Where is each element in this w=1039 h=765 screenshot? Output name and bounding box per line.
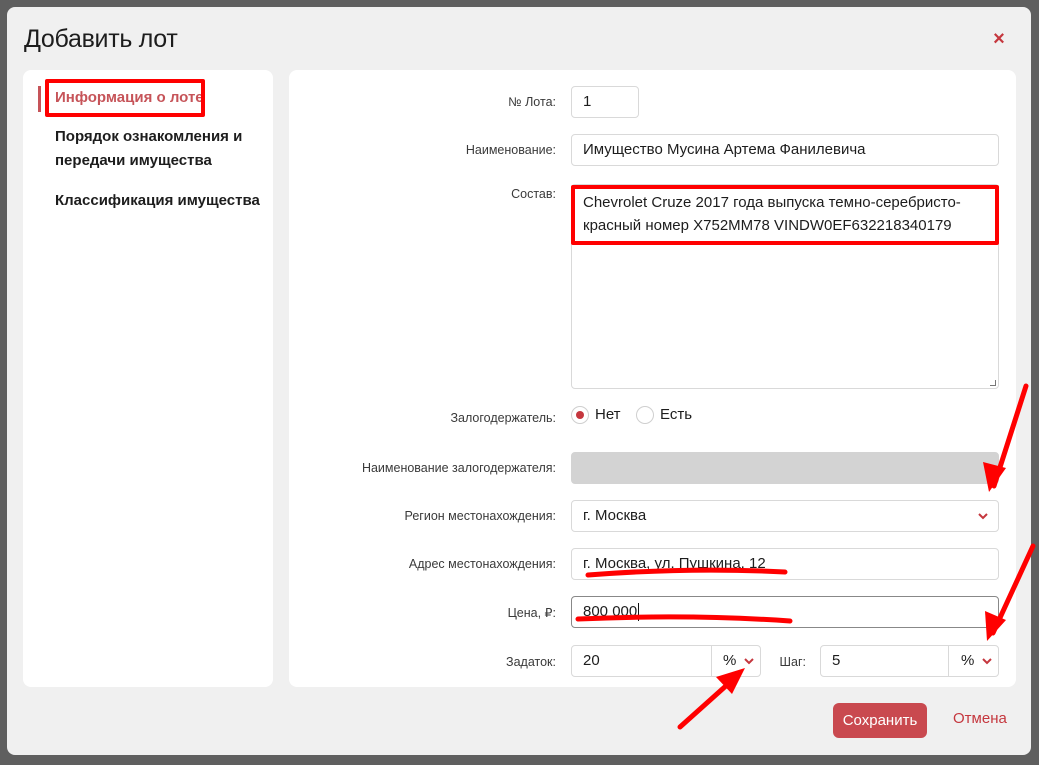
address-input[interactable]: г. Москва, ул. Пушкина, 12	[571, 548, 999, 580]
deposit-input[interactable]: 20 %	[571, 645, 761, 677]
radio-yes-label: Есть	[660, 406, 693, 423]
sidebar-item-lot-info[interactable]: Информация о лоте	[55, 86, 204, 110]
composition-textarea[interactable]: Chevrolet Cruze 2017 года выпуска темно-…	[571, 184, 999, 389]
step-label: Шаг:	[779, 655, 806, 669]
radio-no[interactable]	[571, 406, 589, 424]
price-label: Цена, ₽:	[507, 606, 556, 620]
pledgeholder-label: Залогодержатель:	[450, 411, 557, 425]
add-lot-modal: Добавить лот × Информация о лоте Порядок…	[7, 7, 1031, 755]
name-label: Наименование:	[465, 143, 556, 157]
sidebar-item-inspection-transfer[interactable]: Порядок ознакомления и передачи имуществ…	[55, 125, 255, 173]
name-input[interactable]: Имущество Мусина Артема Фанилевича	[571, 134, 999, 166]
address-label: Адрес местонахождения:	[408, 557, 556, 571]
modal-title: Добавить лот	[24, 25, 178, 53]
composition-label: Состав:	[511, 187, 556, 201]
region-value: г. Москва	[583, 507, 647, 524]
region-label: Регион местонахождения:	[404, 509, 556, 523]
deposit-value: 20	[583, 652, 600, 669]
pledgeholder-name-input	[571, 452, 999, 484]
step-value: 5	[832, 652, 841, 669]
cancel-button[interactable]: Отмена	[953, 710, 1007, 727]
price-value: 800 000	[583, 603, 638, 620]
step-input[interactable]: 5 %	[820, 645, 999, 677]
radio-no-label: Нет	[595, 406, 621, 423]
composition-text: Chevrolet Cruze 2017 года выпуска темно-…	[583, 194, 961, 234]
lot-number-label: № Лота:	[508, 95, 556, 109]
region-select[interactable]: г. Москва	[571, 500, 999, 532]
sidebar-nav: Информация о лоте Порядок ознакомления и…	[23, 70, 273, 687]
deposit-unit[interactable]: %	[723, 646, 736, 676]
chevron-down-icon[interactable]	[976, 509, 990, 523]
unit-divider	[711, 646, 712, 676]
lot-form: № Лота: 1 Наименование: Имущество Мусина…	[289, 70, 1016, 687]
resize-handle-icon[interactable]	[990, 380, 996, 386]
lot-number-input[interactable]: 1	[571, 86, 639, 118]
deposit-label: Задаток:	[506, 655, 556, 669]
chevron-down-icon[interactable]	[742, 654, 756, 668]
price-input[interactable]: 800 000	[571, 596, 999, 628]
radio-yes[interactable]	[636, 406, 654, 424]
active-item-marker	[38, 86, 41, 112]
sidebar-item-classification[interactable]: Классификация имущества	[55, 189, 260, 213]
text-caret	[638, 603, 640, 622]
save-button[interactable]: Сохранить	[833, 703, 927, 738]
step-unit[interactable]: %	[961, 646, 974, 676]
pledgeholder-name-label: Наименование залогодержателя:	[361, 461, 556, 475]
chevron-down-icon[interactable]	[980, 654, 994, 668]
close-icon[interactable]: ×	[990, 28, 1008, 50]
unit-divider	[948, 646, 949, 676]
